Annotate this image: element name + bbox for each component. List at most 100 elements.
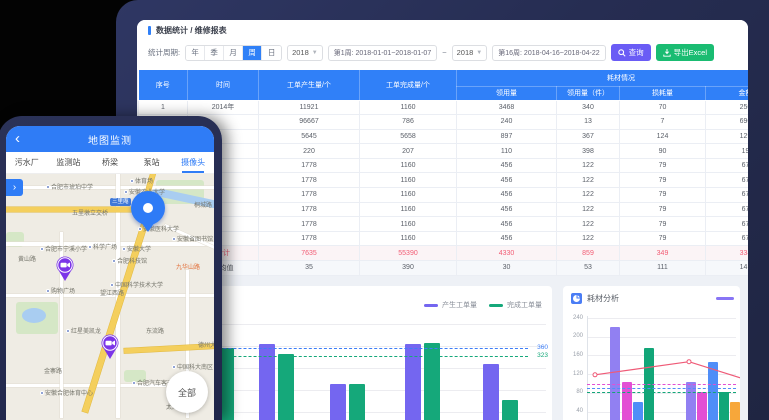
y-axis-tick: 40 (565, 408, 583, 414)
consumable-chart-card: 耗材分析 2402001601208040 (563, 286, 740, 420)
table-cell: 456 (457, 158, 557, 173)
table-cell: 240 (457, 115, 557, 130)
y-axis-tick: 200 (565, 333, 583, 339)
table-cell: 1160 (360, 217, 457, 232)
table-row: 2202071103989019 (139, 144, 749, 159)
map-expander-button[interactable]: › (6, 179, 23, 196)
map-label: 黄山路 (18, 254, 36, 263)
week-from-input[interactable]: 第1周: 2018-01-01~2018-01-07 (328, 45, 437, 61)
phone-tab-泵站[interactable]: 泵站 (131, 152, 173, 173)
table-cell: 1778 (259, 202, 360, 217)
map-label: 九华山路 (176, 262, 200, 271)
table-cell: 5645 (259, 129, 360, 144)
reference-line (587, 384, 736, 385)
camera-pin[interactable] (99, 333, 121, 360)
period-segmented-control[interactable]: 年季月周日 (185, 45, 282, 61)
table-row: 12014年119211160346834070250 (139, 100, 749, 115)
table-cell: 456 (457, 202, 557, 217)
week-to-input[interactable]: 第16周: 2018-04-16~2018-04-22 (492, 45, 605, 61)
poi-dot-icon (112, 259, 116, 263)
reference-line (587, 388, 736, 389)
table-cell: 111 (620, 261, 706, 276)
year-from-value: 2018 (292, 48, 309, 57)
map-label: 东流路 (146, 326, 164, 335)
完成工单量-bar (502, 400, 518, 420)
poi-dot-icon (40, 247, 44, 251)
map-label: 中国科大南区 (172, 362, 213, 371)
column-group-header: 耗材情况 (457, 70, 749, 86)
selected-camera-pin[interactable] (131, 191, 165, 225)
period-option-年[interactable]: 年 (186, 46, 205, 60)
poi-dot-icon (132, 381, 136, 385)
phone-header: ‹ 地图监测 (6, 126, 214, 152)
phone-mockup: ‹ 地图监测 污水厂监测站桥梁泵站摄像头 (0, 116, 222, 420)
maintenance-report-table: 序号时间工单产生量/个工单完成量/个耗材情况领用量领用量（件）损耗量金额1201… (138, 70, 748, 276)
week-to-value: 第16周: 2018-04-16~2018-04-22 (498, 48, 599, 58)
产生工单量-bar (330, 384, 346, 420)
year-to-select[interactable]: 2018 ▼ (452, 45, 488, 61)
map-label: 三里庵 (110, 198, 131, 206)
table-cell: 79 (620, 158, 706, 173)
table-cell: 122 (557, 231, 620, 246)
poi-dot-icon (110, 283, 114, 287)
table-row: 177811604561227967 (139, 202, 749, 217)
table-cell: 1778 (259, 188, 360, 203)
period-option-季[interactable]: 季 (205, 46, 224, 60)
y-axis-tick: 160 (565, 352, 583, 358)
year-from-select[interactable]: 2018 ▼ (287, 45, 323, 61)
search-button[interactable]: 查询 (611, 44, 651, 61)
phone-tab-摄像头[interactable]: 摄像头 (172, 152, 214, 173)
search-button-label: 查询 (629, 47, 644, 58)
table-cell: 7635 (259, 246, 360, 261)
y-axis-tick: 240 (565, 315, 583, 321)
column-header: 工单产生量/个 (259, 70, 360, 100)
table-cell: 67 (706, 158, 749, 173)
table-average-row: 平均值353903053111141 (139, 261, 749, 276)
breadcrumb: 数据统计 / 维修报表 (148, 25, 227, 36)
table-cell: 1160 (360, 173, 457, 188)
map-label: 合肥市宁溪小学 (40, 244, 87, 253)
period-option-月[interactable]: 月 (224, 46, 243, 60)
map-label: 购物广场 (46, 286, 75, 295)
table-cell: 67 (706, 202, 749, 217)
phone-tab-监测站[interactable]: 监测站 (48, 152, 90, 173)
phone-tab-桥梁[interactable]: 桥梁 (89, 152, 131, 173)
table-cell: 11921 (259, 100, 360, 115)
table-cell: 1778 (259, 173, 360, 188)
period-option-日[interactable]: 日 (262, 46, 281, 60)
产生工单量-bar (483, 364, 499, 420)
reference-line-label: 323 (537, 352, 548, 359)
camera-pin[interactable] (54, 255, 76, 282)
table-cell: 1160 (360, 158, 457, 173)
map-label: 安徽合肥体育中心 (40, 388, 93, 397)
phone-title: 地图监测 (88, 132, 132, 147)
filter-bar: 统计周期: 年季月周日 2018 ▼ 第1周: 2018-01-01~2018-… (148, 44, 714, 61)
table-row: 56455658897367124129 (139, 129, 749, 144)
column-subheader: 金额 (706, 86, 749, 100)
map-view[interactable]: 合肥市琥珀中学体育场安徽农业大学桐城路五里墩立交桥三里庵安徽医科大学安徽省图书馆… (6, 174, 214, 420)
poi-dot-icon (124, 190, 128, 194)
完成工单量-bar (349, 384, 365, 420)
table-cell: 122 (557, 188, 620, 203)
poi-dot-icon (122, 247, 126, 251)
show-all-button[interactable]: 全部 (166, 371, 208, 413)
export-button-label: 导出Excel (674, 47, 707, 58)
reference-line (587, 392, 736, 393)
table-cell: 13 (557, 115, 620, 130)
table-cell: 70 (620, 100, 706, 115)
table-cell: 67 (706, 217, 749, 232)
table-cell: 250 (706, 100, 749, 115)
table-cell: 398 (557, 144, 620, 159)
table-cell: 456 (457, 188, 557, 203)
topbar: 数据统计 / 维修报表 统计周期: 年季月周日 2018 ▼ 第1周: 2018… (137, 20, 748, 70)
column-header: 工单完成量/个 (360, 70, 457, 100)
back-icon[interactable]: ‹ (15, 127, 20, 151)
phone-tab-污水厂[interactable]: 污水厂 (6, 152, 48, 173)
column-subheader: 损耗量 (620, 86, 706, 100)
y-axis-tick: 120 (565, 371, 583, 377)
map-label: 望江西路 (100, 288, 124, 297)
period-option-周[interactable]: 周 (243, 46, 262, 60)
table-cell: 79 (620, 188, 706, 203)
export-excel-button[interactable]: 导出Excel (656, 44, 714, 61)
page: 数据统计 / 维修报表 统计周期: 年季月周日 2018 ▼ 第1周: 2018… (0, 0, 769, 420)
